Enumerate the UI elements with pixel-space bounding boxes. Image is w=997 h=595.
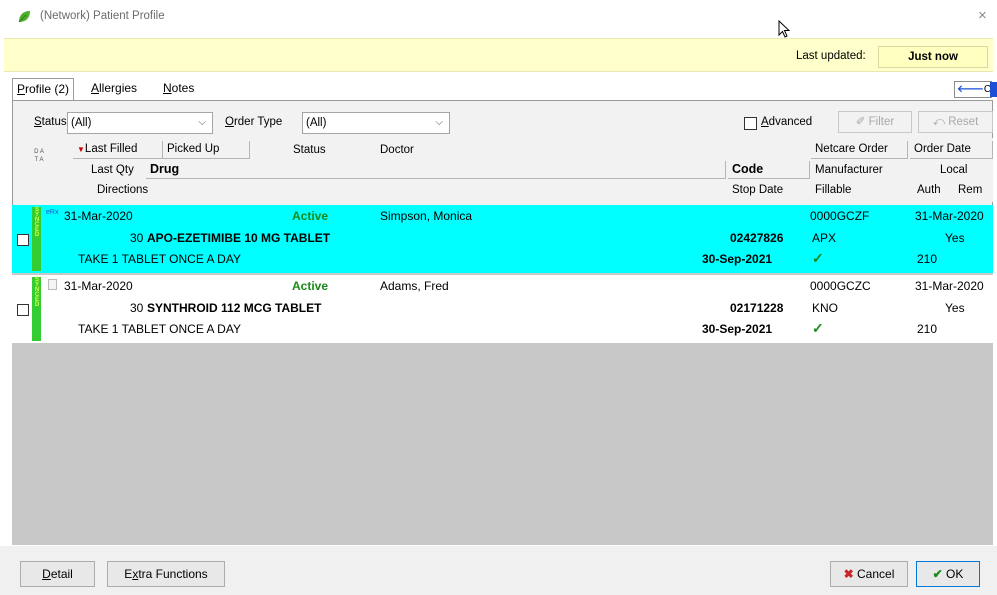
header-order-date[interactable]: Order Date: [910, 141, 993, 159]
sync-status-strip: SYNCED: [32, 277, 41, 341]
advanced-label: Advanced: [761, 116, 813, 128]
erx-icon: eRx: [46, 209, 59, 216]
checkmark-icon: ✔: [932, 567, 947, 581]
order-date-cell: 31-Mar-2020: [915, 279, 984, 293]
table-row[interactable]: SYNCED 31-Mar-2020 Active Adams, Fred 00…: [12, 275, 993, 343]
header-last-qty[interactable]: Last Qty: [91, 164, 134, 176]
code-cell: 02427826: [730, 231, 784, 245]
tab-profile[interactable]: Profile (2): [12, 78, 75, 100]
tab-allergies[interactable]: Allergies: [87, 78, 141, 100]
filter-button[interactable]: ✐ Filter: [838, 111, 912, 133]
chevron-down-icon: ⌵: [198, 117, 206, 128]
stop-date-cell: 30-Sep-2021: [702, 322, 773, 336]
netcare-order-cell: 0000GCZC: [810, 279, 871, 293]
tab-notes[interactable]: Notes: [159, 78, 198, 100]
doctor-cell: Simpson, Monica: [380, 209, 473, 223]
tab-strip: Profile (2) Allergies Notes: [12, 78, 212, 100]
header-drug[interactable]: Drug: [146, 161, 726, 179]
table-row[interactable]: SYNCED eRx 31-Mar-2020 Active Simpson, M…: [12, 205, 993, 273]
advanced-checkbox[interactable]: [744, 117, 757, 130]
netcare-order-cell: 0000GCZF: [810, 209, 870, 223]
doctor-cell: Adams, Fred: [380, 279, 449, 293]
header-last-filled[interactable]: ▼Last Filled: [73, 141, 163, 159]
order-type-select[interactable]: (All) ⌵: [302, 112, 450, 134]
ok-button[interactable]: ✔ OK: [916, 561, 980, 587]
close-icon: ✖: [843, 567, 858, 581]
document-icon: [48, 279, 57, 290]
header-manufacturer[interactable]: Manufacturer: [815, 164, 883, 176]
drug-cell: SYNTHROID 112 MCG TABLET: [147, 301, 322, 315]
mouse-cursor-icon: [778, 20, 791, 38]
qty-cell: 30: [130, 231, 144, 245]
order-type-label: Order Type: [225, 116, 283, 128]
directions-cell: TAKE 1 TABLET ONCE A DAY: [78, 322, 241, 336]
checkmark-icon: ✓: [812, 250, 824, 266]
header-rem[interactable]: Rem: [958, 184, 982, 196]
leaf-icon: [18, 11, 30, 23]
code-cell: 02171228: [730, 301, 784, 315]
header-netcare-order[interactable]: Netcare Order: [811, 141, 908, 159]
header-status[interactable]: Status: [293, 144, 326, 156]
drug-cell: APO-EZETIMIBE 10 MG TABLET: [147, 231, 331, 245]
cancel-button[interactable]: ✖ Cancel: [830, 561, 908, 587]
ctrl-left-button[interactable]: 🡐Ctrl: [954, 81, 997, 98]
window-title: (Network) Patient Profile: [40, 10, 165, 22]
header-auth[interactable]: Auth: [917, 184, 941, 196]
header-local[interactable]: Local: [940, 164, 968, 176]
header-directions[interactable]: Directions: [97, 184, 148, 196]
reset-icon: ⤺: [932, 116, 949, 128]
header-doctor[interactable]: Doctor: [380, 144, 414, 156]
last-updated-value: Just now: [878, 46, 988, 68]
manufacturer-cell: KNO: [812, 301, 839, 315]
header-code[interactable]: Code: [728, 161, 810, 179]
local-cell: Yes: [945, 231, 965, 245]
header-fillable[interactable]: Fillable: [815, 184, 851, 196]
row-checkbox[interactable]: [17, 304, 29, 316]
last-filled-cell: 31-Mar-2020: [64, 279, 133, 293]
filter-icon: ✐: [855, 116, 869, 128]
close-icon[interactable]: ×: [978, 7, 987, 24]
arrow-left-icon: 🡐: [957, 84, 984, 95]
auth-cell: 210: [917, 322, 938, 336]
auth-cell: 210: [917, 252, 938, 266]
status-filter-label: Status: [34, 116, 67, 128]
status-cell: Active: [292, 279, 329, 293]
last-updated-label: Last updated:: [796, 50, 866, 62]
reset-button[interactable]: ⤺ Reset: [918, 111, 993, 133]
order-date-cell: 31-Mar-2020: [915, 209, 984, 223]
extra-functions-button[interactable]: Extra Functions: [107, 561, 225, 587]
detail-button[interactable]: Detail: [20, 561, 95, 587]
header-picked-up[interactable]: Picked Up: [163, 141, 250, 159]
stop-date-cell: 30-Sep-2021: [702, 252, 773, 266]
last-filled-cell: 31-Mar-2020: [64, 209, 133, 223]
status-cell: Active: [292, 209, 329, 223]
arrow-right-icon[interactable]: [990, 82, 997, 97]
status-filter-select[interactable]: (All) ⌵: [67, 112, 213, 134]
sort-down-icon: ▼: [77, 145, 85, 154]
checkmark-icon: ✓: [812, 320, 824, 336]
manufacturer-cell: APX: [812, 231, 837, 245]
header-stop-date[interactable]: Stop Date: [732, 184, 783, 196]
local-cell: Yes: [945, 301, 965, 315]
row-checkbox[interactable]: [17, 234, 29, 246]
prescription-grid: SYNCED eRx 31-Mar-2020 Active Simpson, M…: [12, 205, 993, 545]
qty-cell: 30: [130, 301, 144, 315]
data-column-header: D A T A: [34, 149, 44, 163]
sync-status-strip: SYNCED: [32, 207, 41, 271]
directions-cell: TAKE 1 TABLET ONCE A DAY: [78, 252, 241, 266]
chevron-down-icon: ⌵: [435, 117, 443, 128]
